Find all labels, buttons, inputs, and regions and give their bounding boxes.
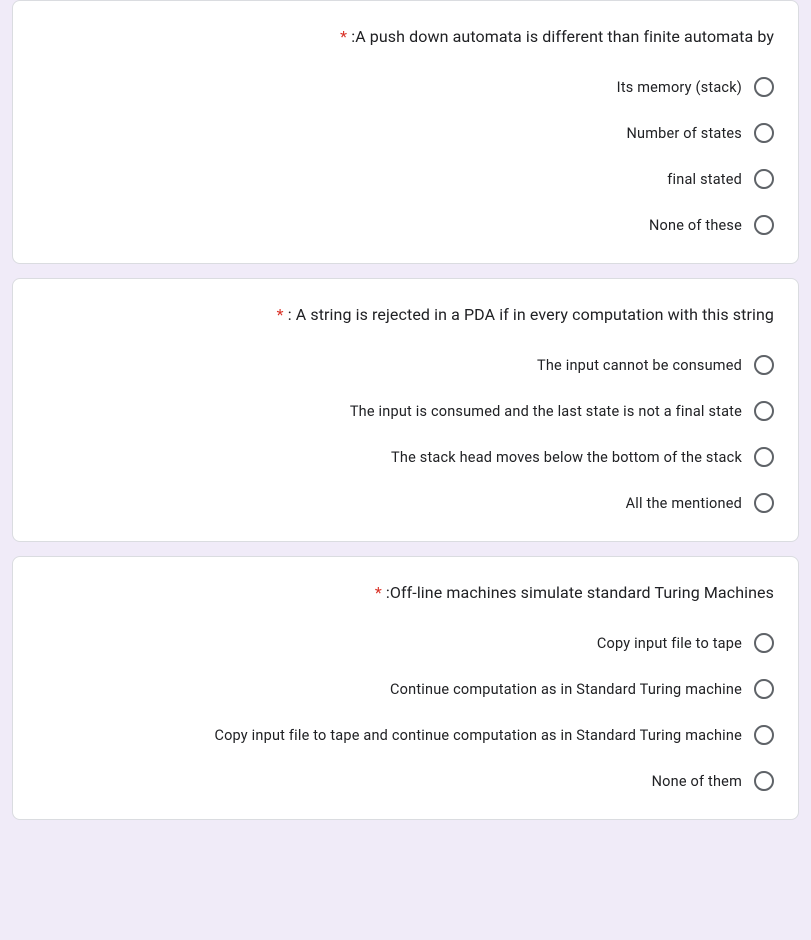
radio-icon[interactable] bbox=[754, 771, 774, 791]
radio-icon[interactable] bbox=[754, 447, 774, 467]
question-card: * : A string is rejected in a PDA if in … bbox=[12, 278, 799, 542]
option-row[interactable]: Copy input file to tape bbox=[37, 633, 774, 653]
option-row[interactable]: All the mentioned bbox=[37, 493, 774, 513]
option-row[interactable]: None of them bbox=[37, 771, 774, 791]
option-label: Its memory (stack) bbox=[617, 79, 742, 96]
question-title: * :A push down automata is different tha… bbox=[37, 25, 774, 49]
option-label: Copy input file to tape bbox=[597, 635, 742, 652]
question-text: :Off-line machines simulate standard Tur… bbox=[386, 583, 774, 602]
question-text: : A string is rejected in a PDA if in ev… bbox=[288, 305, 774, 324]
options-group: Copy input file to tape Continue computa… bbox=[37, 633, 774, 791]
question-title: * :Off-line machines simulate standard T… bbox=[37, 581, 774, 605]
option-row[interactable]: The input is consumed and the last state… bbox=[37, 401, 774, 421]
option-row[interactable]: final stated bbox=[37, 169, 774, 189]
option-label: Continue computation as in Standard Turi… bbox=[390, 681, 742, 698]
radio-icon[interactable] bbox=[754, 215, 774, 235]
required-marker: * bbox=[277, 305, 284, 324]
radio-icon[interactable] bbox=[754, 493, 774, 513]
options-group: The input cannot be consumed The input i… bbox=[37, 355, 774, 513]
radio-icon[interactable] bbox=[754, 355, 774, 375]
radio-icon[interactable] bbox=[754, 633, 774, 653]
option-row[interactable]: Copy input file to tape and continue com… bbox=[37, 725, 774, 745]
question-card: * :Off-line machines simulate standard T… bbox=[12, 556, 799, 820]
option-label: Copy input file to tape and continue com… bbox=[214, 727, 742, 744]
radio-icon[interactable] bbox=[754, 123, 774, 143]
option-row[interactable]: Number of states bbox=[37, 123, 774, 143]
required-marker: * bbox=[375, 583, 382, 602]
option-row[interactable]: Its memory (stack) bbox=[37, 77, 774, 97]
option-label: The input is consumed and the last state… bbox=[350, 403, 742, 420]
option-row[interactable]: Continue computation as in Standard Turi… bbox=[37, 679, 774, 699]
option-row[interactable]: None of these bbox=[37, 215, 774, 235]
option-label: The input cannot be consumed bbox=[537, 357, 742, 374]
option-label: Number of states bbox=[626, 125, 742, 142]
option-label: All the mentioned bbox=[626, 495, 742, 512]
option-row[interactable]: The input cannot be consumed bbox=[37, 355, 774, 375]
radio-icon[interactable] bbox=[754, 679, 774, 699]
question-card: * :A push down automata is different tha… bbox=[12, 0, 799, 264]
option-row[interactable]: The stack head moves below the bottom of… bbox=[37, 447, 774, 467]
radio-icon[interactable] bbox=[754, 169, 774, 189]
required-marker: * bbox=[340, 27, 347, 46]
question-text: :A push down automata is different than … bbox=[351, 27, 774, 46]
radio-icon[interactable] bbox=[754, 401, 774, 421]
radio-icon[interactable] bbox=[754, 725, 774, 745]
option-label: final stated bbox=[667, 171, 742, 188]
question-title: * : A string is rejected in a PDA if in … bbox=[37, 303, 774, 327]
option-label: None of them bbox=[652, 773, 742, 790]
option-label: None of these bbox=[649, 217, 742, 234]
radio-icon[interactable] bbox=[754, 77, 774, 97]
options-group: Its memory (stack) Number of states fina… bbox=[37, 77, 774, 235]
option-label: The stack head moves below the bottom of… bbox=[391, 449, 742, 466]
